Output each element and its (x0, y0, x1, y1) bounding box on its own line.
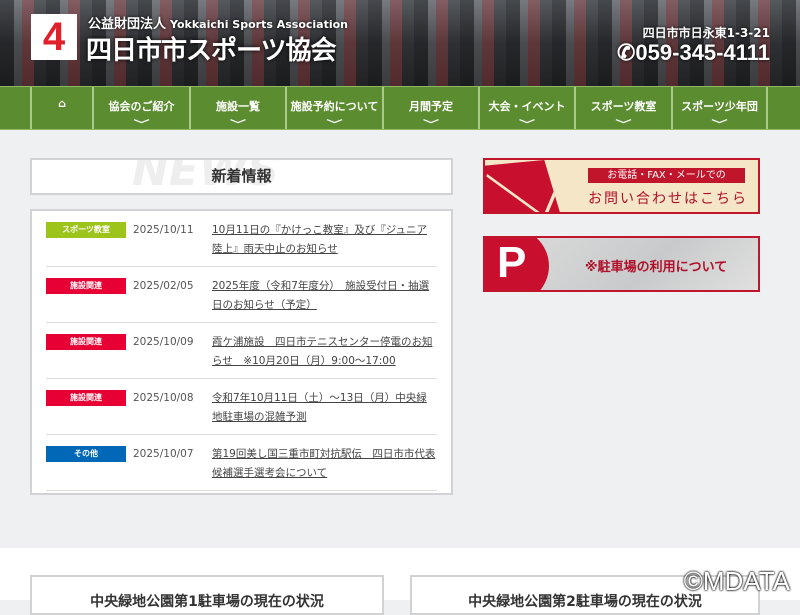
news-link[interactable]: 第19回美し国三重市町対抗駅伝 四日市市代表候補選手選考会について (212, 445, 437, 483)
news-heading: NEWS 新着情報 (30, 158, 453, 195)
parking-lot-1[interactable]: 中央緑地公園第1駐車場の現在の状況 (30, 575, 384, 615)
news-item: 施設関連 2025/10/08 令和7年10月11日（土）～13日（月）中央緑地駐車… (46, 379, 437, 435)
parking-icon: P (485, 238, 549, 290)
nav-label: 大会・イベント (488, 100, 566, 113)
news-date: 2025/02/05 (133, 280, 194, 292)
news-date: 2025/10/09 (133, 336, 194, 348)
phone-number: ✆059-345-4111 (617, 40, 770, 66)
news-item: 施設関連 2025/10/09 霞ケ浦施設 四日市テニスセンター停電のお知らせ ※1… (46, 323, 437, 379)
nav-label: 施設一覧 (216, 100, 260, 113)
news-date: 2025/10/11 (133, 224, 194, 236)
watermark: ©MDATA (683, 566, 790, 596)
nav-label: スポーツ教室 (590, 100, 657, 113)
category-badge[interactable]: 施設関連 (46, 390, 126, 406)
contact-banner[interactable]: お電話・FAX・メールでの お問い合わせはこちら (483, 158, 760, 214)
org-name[interactable]: 四日市市スポーツ協会 (86, 30, 336, 67)
nav-label: 月間予定 (409, 100, 453, 113)
news-item: 施設関連 2025/02/05 2025年度（令和7年度分） 施設受付日・抽選日のお… (46, 267, 437, 323)
news-title: 新着情報 (211, 167, 272, 185)
address: 四日市市日永東1-3-21 (642, 26, 770, 40)
news-link[interactable]: 10月11日の『かけっこ教室』及び『ジュニア陸上』雨天中止のお知らせ (212, 221, 437, 259)
phone-icon: ✆ (616, 40, 636, 65)
news-item: スポーツ教室 2025/10/11 10月11日の『かけっこ教室』及び『ジュニア陸上… (46, 211, 437, 267)
home-icon: ⌂ (58, 97, 66, 110)
phone-text: 059-345-4111 (635, 40, 770, 65)
category-badge[interactable]: 施設関連 (46, 278, 126, 294)
envelope-icon (485, 160, 561, 212)
news-link[interactable]: 令和7年10月11日（土）～13日（月）中央緑地駐車場の混雑予測 (212, 389, 437, 427)
chevron-down-icon: ﹀ (711, 120, 728, 131)
news-link[interactable]: 霞ケ浦施設 四日市テニスセンター停電のお知らせ ※10月20日（月）9:00～1… (212, 333, 437, 371)
nav-label: 施設予約について (290, 100, 379, 113)
category-badge[interactable]: 施設関連 (46, 334, 126, 350)
news-date: 2025/10/08 (133, 392, 194, 404)
contact-main: お問い合わせはこちら (588, 191, 748, 207)
contact-label: お電話・FAX・メールでの (588, 168, 745, 183)
parking-banner[interactable]: P ※駐車場の利用について (483, 236, 760, 292)
news-list[interactable]: スポーツ教室 2025/10/11 10月11日の『かけっこ教室』及び『ジュニア陸上… (30, 209, 453, 495)
news-item: 大会・イベント情報2025/10/05市民ソフトテニス大会延期について (46, 491, 437, 493)
news-date: 2025/10/07 (133, 448, 194, 460)
category-badge[interactable]: その他 (46, 446, 126, 462)
parking-main: ※駐車場の利用について (585, 260, 728, 275)
logo[interactable]: 4 (31, 14, 77, 60)
news-item: その他 2025/10/07 第19回美し国三重市町対抗駅伝 四日市市代表候補選手選… (46, 435, 437, 491)
news-link[interactable]: 2025年度（令和7年度分） 施設受付日・抽選日のお知らせ（予定） (212, 277, 437, 315)
category-badge[interactable]: スポーツ教室 (46, 222, 126, 238)
nav-youth-clubs[interactable]: スポーツ少年団 ﹀ (671, 87, 768, 131)
nav-label: スポーツ少年団 (681, 100, 758, 113)
main-nav: ⌂ 協会のご紹介 ﹀ 施設一覧 ﹀ 施設予約について ﹀ 月間予定 ﹀ 大会・イベント ﹀… (0, 86, 800, 131)
nav-label: 協会のご紹介 (108, 100, 175, 113)
